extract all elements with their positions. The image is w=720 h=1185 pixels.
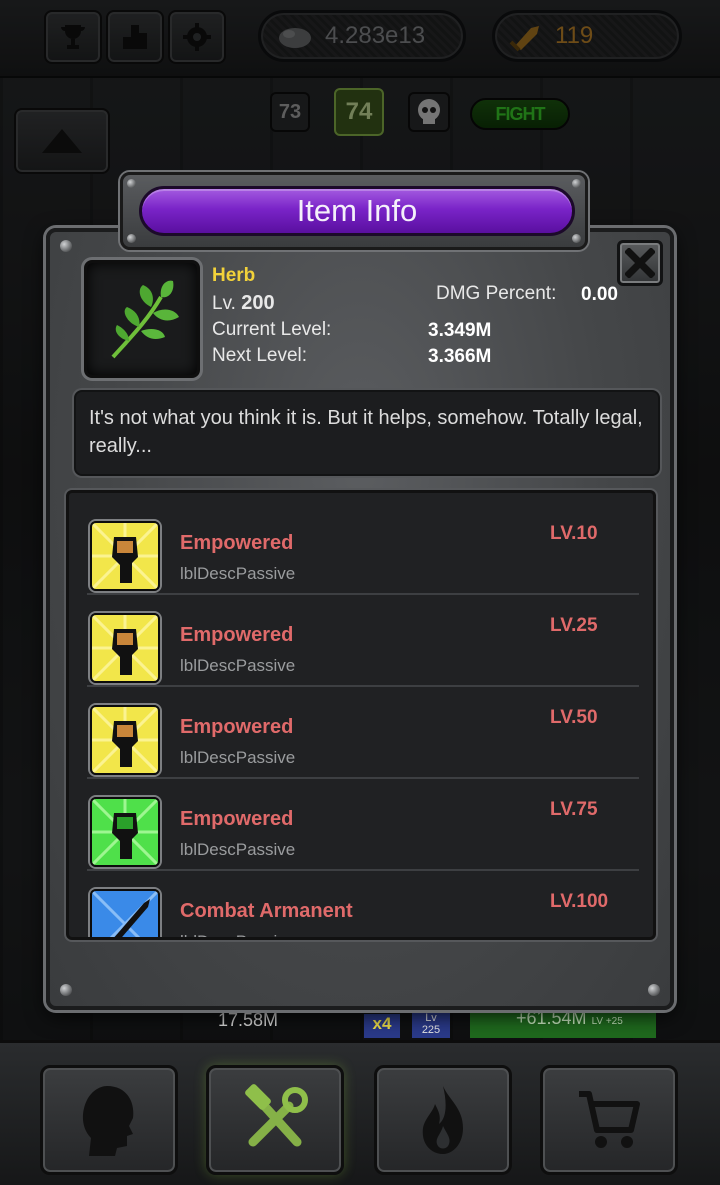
current-level-label: Current Level: xyxy=(212,319,332,340)
level-badge: Lv 225 xyxy=(412,1012,450,1038)
dialog-title-plate: Item Info xyxy=(120,172,588,250)
bottom-nav xyxy=(0,1040,720,1185)
rivet xyxy=(127,234,136,243)
rivet xyxy=(572,234,581,243)
next-level-label: Next Level: xyxy=(212,345,308,366)
skill-name: Empowered xyxy=(180,532,294,554)
fist-icon xyxy=(92,799,158,865)
list-item: Empowered lblDescPassive LV.50 xyxy=(87,687,639,779)
item-level-value: 200 xyxy=(241,292,275,314)
skill-name: Combat Armanent xyxy=(180,900,353,922)
close-button[interactable] xyxy=(617,240,663,286)
herb-icon xyxy=(111,280,179,359)
skill-description: lblDescPassive xyxy=(180,656,296,675)
item-description: It's not what you think it is. But it he… xyxy=(74,390,660,476)
tools-icon xyxy=(245,1084,308,1147)
rivet xyxy=(60,984,72,996)
skill-level: LV.25 xyxy=(550,615,598,636)
level-badge-label: Lv xyxy=(425,1012,437,1024)
sword-icon xyxy=(92,891,158,937)
fire-icon xyxy=(422,1086,463,1154)
dmg-percent-label: DMG Percent: xyxy=(436,283,557,304)
rivet xyxy=(648,984,660,996)
gain-level: LV +25 xyxy=(591,1016,623,1027)
heroes-tab[interactable] xyxy=(40,1065,178,1175)
rivet xyxy=(572,179,581,188)
head-icon xyxy=(82,1086,134,1156)
dialog-title: Item Info xyxy=(139,186,575,236)
multiplier-badge: x4 xyxy=(364,1014,400,1038)
fist-icon xyxy=(92,707,158,773)
skill-name: Empowered xyxy=(180,624,294,646)
item-name: Herb xyxy=(212,265,256,286)
skill-level: LV.75 xyxy=(550,799,598,820)
list-item: Combat Armanent lblDescPassive LV.100 xyxy=(87,871,639,937)
fist-icon xyxy=(92,523,158,589)
cart-icon xyxy=(579,1091,640,1148)
skill-icon-box xyxy=(90,705,160,775)
skill-description: lblDescPassive xyxy=(180,564,296,583)
skill-description: lblDescPassive xyxy=(180,932,295,937)
item-level: Lv. 200 xyxy=(212,292,275,315)
skills-tab[interactable] xyxy=(374,1065,512,1175)
rivet xyxy=(127,179,136,188)
skill-icon-box xyxy=(90,797,160,867)
dps-value: 17.58M xyxy=(218,1010,279,1030)
skill-list[interactable]: Empowered lblDescPassive LV.10 Empowered… xyxy=(66,490,656,940)
shop-tab[interactable] xyxy=(540,1065,678,1175)
skill-icon-box xyxy=(90,613,160,683)
item-level-label: Lv. xyxy=(212,293,236,314)
skill-name: Empowered xyxy=(180,716,294,738)
list-item: Empowered lblDescPassive LV.75 xyxy=(87,779,639,871)
fist-icon xyxy=(92,615,158,681)
skill-name: Empowered xyxy=(180,808,294,830)
skill-description: lblDescPassive xyxy=(180,840,296,859)
current-level-value: 3.349M xyxy=(428,320,492,341)
item-portrait xyxy=(84,260,200,378)
rivet xyxy=(60,240,72,252)
skill-level: LV.50 xyxy=(550,707,598,728)
gain-value: +61.54M xyxy=(516,1008,587,1028)
list-item: Empowered lblDescPassive LV.25 xyxy=(87,595,639,687)
skill-icon-box xyxy=(90,889,160,937)
skill-description: lblDescPassive xyxy=(180,748,296,767)
skill-level: LV.100 xyxy=(550,891,609,912)
next-level-value: 3.366M xyxy=(428,346,492,367)
skill-icon-box xyxy=(90,521,160,591)
level-badge-number: 225 xyxy=(421,1024,441,1036)
close-icon xyxy=(625,248,655,278)
upgrade-tab[interactable] xyxy=(206,1065,344,1175)
list-item: Empowered lblDescPassive LV.10 xyxy=(87,503,639,595)
gain-panel: +61.54M LV +25 xyxy=(470,1008,656,1038)
skill-level: LV.10 xyxy=(550,523,598,544)
dmg-percent-value: 0.00 xyxy=(581,284,618,305)
